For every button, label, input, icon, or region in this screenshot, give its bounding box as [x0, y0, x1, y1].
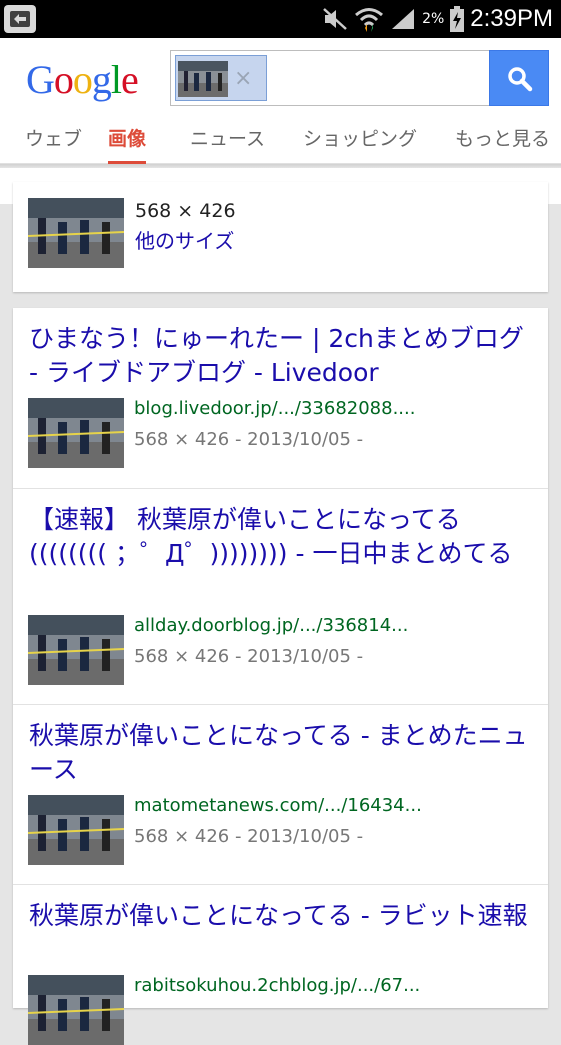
google-logo[interactable]: Google	[26, 56, 139, 103]
result-thumbnail[interactable]	[28, 198, 124, 268]
result-url: allday.doorblog.jp/.../336814...	[134, 615, 409, 636]
search-input[interactable]: ×	[170, 50, 490, 106]
result-title-link[interactable]: 秋葉原が偉いことになってる - ラビット速報	[29, 899, 534, 969]
result-item[interactable]: 【速報】 秋葉原が偉いことになってる(((((((( ；゜Д゜)))))))) …	[13, 488, 548, 704]
result-meta: 568 × 426 - 2013/10/05 -	[134, 826, 364, 847]
tab-more[interactable]: もっと見る	[455, 124, 550, 161]
search-button[interactable]	[489, 50, 549, 106]
result-meta: 568 × 426 - 2013/10/05 -	[134, 429, 364, 450]
clear-image-icon[interactable]: ×	[234, 66, 252, 91]
logo-letter: e	[121, 57, 139, 102]
logo-letter: o	[72, 57, 93, 102]
header-shadow	[0, 164, 561, 168]
status-time: 2:39PM	[470, 5, 553, 32]
logo-letter: l	[110, 57, 122, 102]
status-bar: 2% 2:39PM	[0, 0, 561, 38]
result-item[interactable]: 秋葉原が偉いことになってる - ラビット速報 rabitsokuhou.2chb…	[13, 884, 548, 1045]
result-url: rabitsokuhou.2chblog.jp/.../67...	[134, 975, 421, 996]
result-item[interactable]: 秋葉原が偉いことになってる - まとめたニュース matometanews.co…	[13, 704, 548, 884]
mute-icon	[323, 8, 347, 30]
search-image-chip[interactable]: ×	[175, 55, 267, 101]
search-header: Google × ウェブ 画像 ニュース ショッピング もっと見る	[0, 38, 561, 204]
result-url: matometanews.com/.../16434...	[134, 795, 422, 816]
thumbnail-image	[28, 615, 124, 685]
thumbnail-image	[28, 398, 124, 468]
logo-letter: o	[53, 57, 74, 102]
result-title-link[interactable]: 秋葉原が偉いことになってる - まとめたニュース	[29, 719, 534, 789]
result-title-link[interactable]: ひまなう！にゅーれたー | 2chまとめブログ - ライブドアブログ - Liv…	[29, 322, 534, 392]
thumbnail-image	[28, 975, 124, 1045]
thumbnail-image	[28, 198, 124, 268]
tab-news[interactable]: ニュース	[190, 124, 265, 161]
logo-letter: G	[26, 57, 55, 102]
result-url: blog.livedoor.jp/.../33682088....	[134, 398, 416, 419]
back-arrow-icon	[10, 11, 30, 27]
query-image-thumbnail	[178, 61, 228, 97]
result-thumbnail[interactable]	[28, 975, 124, 1045]
battery-percent: 2%	[422, 11, 445, 27]
result-meta: 568 × 426 - 2013/10/05 -	[134, 646, 364, 667]
image-size-card: 568 × 426 他のサイズ	[13, 182, 548, 292]
back-button[interactable]	[4, 5, 36, 33]
thumbnail-image	[28, 795, 124, 865]
search-icon	[508, 67, 533, 92]
battery-charging-icon	[450, 6, 465, 32]
search-tabs: ウェブ 画像 ニュース ショッピング もっと見る	[0, 118, 561, 164]
more-sizes-link[interactable]: 他のサイズ	[135, 225, 234, 254]
tab-images[interactable]: 画像	[108, 124, 147, 164]
wifi-icon	[355, 8, 384, 32]
results-card: ひまなう！にゅーれたー | 2chまとめブログ - ライブドアブログ - Liv…	[13, 308, 548, 1045]
tab-web[interactable]: ウェブ	[25, 124, 82, 161]
logo-letter: g	[91, 57, 112, 102]
tab-shopping[interactable]: ショッピング	[303, 124, 417, 161]
signal-icon	[392, 9, 415, 29]
result-thumbnail[interactable]	[28, 615, 124, 685]
image-dimensions: 568 × 426	[135, 200, 236, 222]
result-thumbnail[interactable]	[28, 795, 124, 865]
result-item[interactable]: ひまなう！にゅーれたー | 2chまとめブログ - ライブドアブログ - Liv…	[13, 308, 548, 488]
result-thumbnail[interactable]	[28, 398, 124, 468]
result-title-link[interactable]: 【速報】 秋葉原が偉いことになってる(((((((( ；゜Д゜)))))))) …	[29, 503, 534, 607]
